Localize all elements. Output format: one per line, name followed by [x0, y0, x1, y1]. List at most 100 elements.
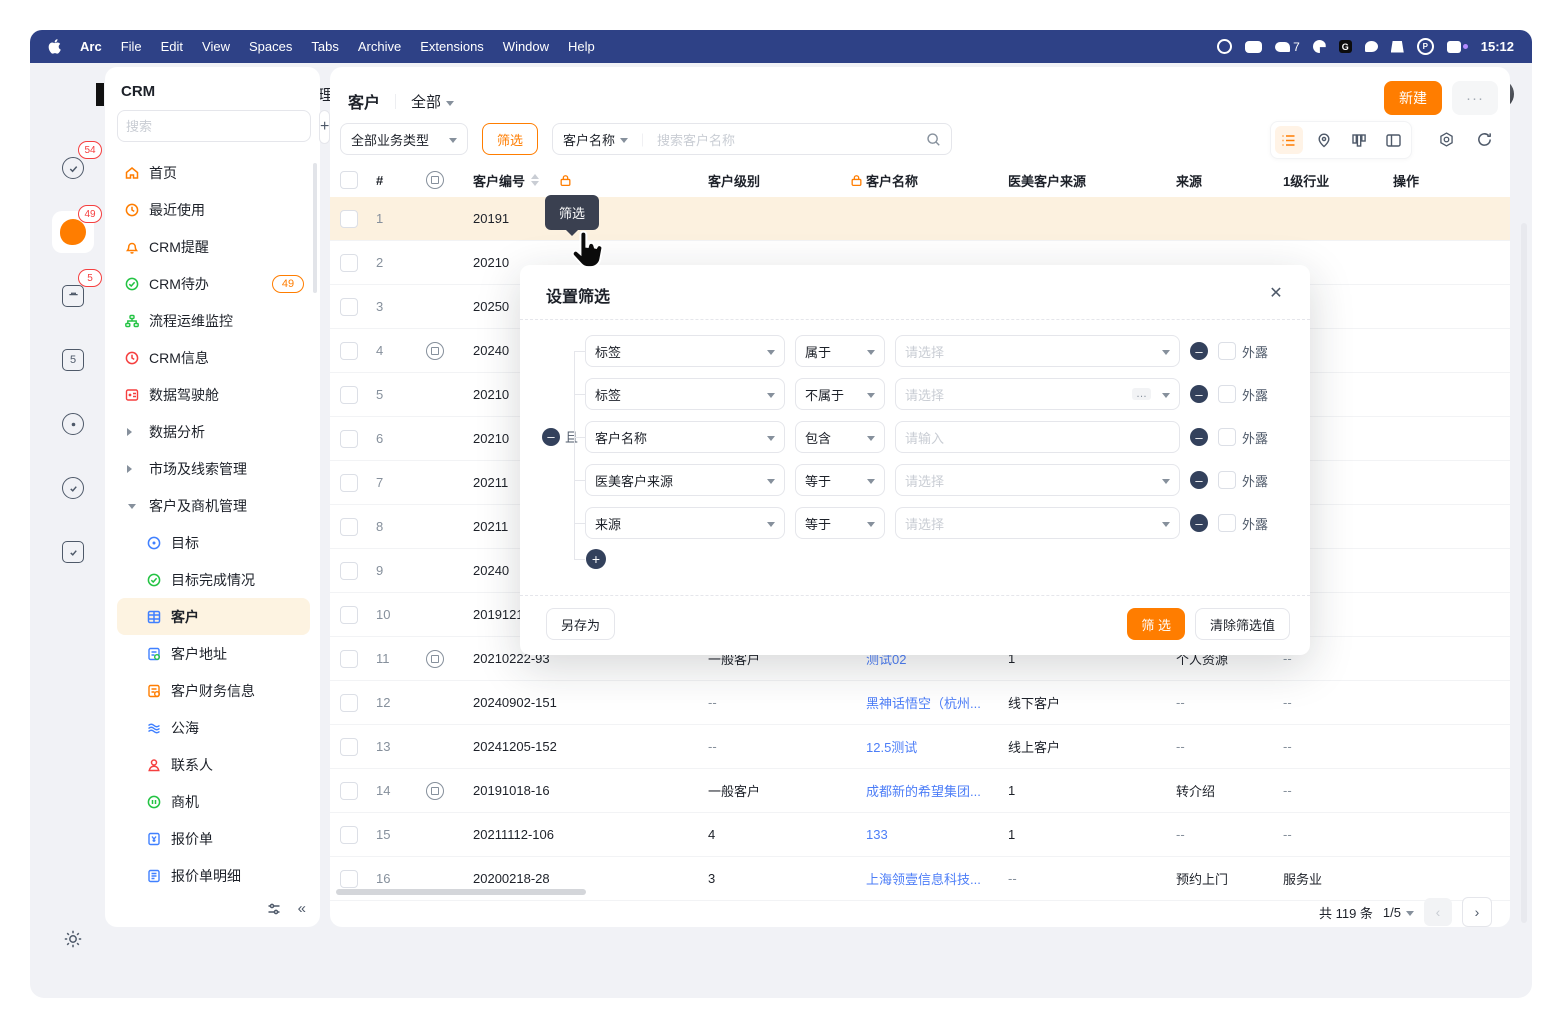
header-source[interactable]: 来源 — [1176, 163, 1276, 197]
operator-select[interactable]: 属于 — [795, 335, 885, 367]
sidebar-item-customer-address[interactable]: 客户地址 — [117, 635, 310, 672]
rail-approvals-icon[interactable]: 54 — [52, 147, 94, 189]
row-checkbox[interactable] — [340, 650, 358, 668]
operator-select[interactable]: 等于 — [795, 464, 885, 496]
operator-select[interactable]: 等于 — [795, 507, 885, 539]
row-checkbox[interactable] — [340, 518, 358, 536]
row-checkbox[interactable] — [340, 738, 358, 756]
search-field-select[interactable]: 客户名称 — [563, 130, 615, 149]
menu-help[interactable]: Help — [568, 39, 595, 54]
status-p-icon[interactable]: P — [1417, 38, 1434, 55]
menu-spaces[interactable]: Spaces — [249, 39, 292, 54]
row-checkbox[interactable] — [340, 474, 358, 492]
sidebar-settings-icon[interactable] — [266, 901, 282, 917]
status-app3-icon[interactable] — [1391, 41, 1404, 53]
row-checkbox[interactable] — [340, 430, 358, 448]
sidebar-search-input[interactable] — [117, 110, 311, 142]
view-select[interactable]: 全部 — [411, 91, 454, 112]
menu-archive[interactable]: Archive — [358, 39, 401, 54]
menu-view[interactable]: View — [202, 39, 230, 54]
rail-crm-icon[interactable]: 49 — [52, 211, 94, 253]
table-row[interactable]: 14 20191018-16 一般客户 成都新的希望集团... 1 转介绍 -- — [330, 769, 1510, 813]
sidebar-item-quotes[interactable]: 报价单 — [117, 820, 310, 857]
field-select[interactable]: 来源 — [585, 507, 785, 539]
header-action[interactable]: 操作 — [1393, 163, 1493, 197]
customer-link[interactable]: 133 — [866, 813, 1004, 856]
header-code[interactable]: 客户编号 — [473, 163, 701, 197]
sidebar-item-crm-info[interactable]: CRM信息 — [117, 339, 310, 376]
table-row[interactable]: 15 20211112-106 4 133 1 -- -- — [330, 813, 1510, 857]
customer-search-combo[interactable]: 客户名称 ｜ 搜索客户名称 — [552, 123, 952, 155]
sidebar-item-opportunities[interactable]: 商机 — [117, 783, 310, 820]
sidebar-item-home[interactable]: 首页 — [117, 154, 310, 191]
overt-checkbox[interactable] — [1218, 342, 1236, 360]
vertical-scrollbar[interactable] — [1521, 223, 1527, 923]
sidebar-item-process-monitor[interactable]: 流程运维监控 — [117, 302, 310, 339]
horizontal-scrollbar[interactable] — [336, 889, 586, 895]
rail-workbench-icon[interactable]: 5 — [52, 275, 94, 317]
settings-gear-icon[interactable] — [44, 928, 102, 950]
sidebar-item-crm-todo[interactable]: CRM待办49 — [117, 265, 310, 302]
value-select[interactable]: 请选择 — [895, 464, 1180, 496]
header-source-med[interactable]: 医美客户来源 — [1008, 163, 1168, 197]
header-level[interactable]: 客户级别 — [708, 163, 858, 197]
sidebar-group-data-analysis[interactable]: 数据分析 — [117, 413, 310, 450]
sidebar-item-public-pool[interactable]: 公海 — [117, 709, 310, 746]
table-settings-icon[interactable] — [1434, 127, 1458, 151]
row-checkbox[interactable] — [340, 298, 358, 316]
value-select[interactable]: 请选择… — [895, 378, 1180, 410]
field-select[interactable]: 客户名称 — [585, 421, 785, 453]
menu-file[interactable]: File — [121, 39, 142, 54]
row-checkbox[interactable] — [340, 386, 358, 404]
menu-arc[interactable]: Arc — [80, 39, 102, 54]
apply-filter-button[interactable]: 筛 选 — [1127, 608, 1185, 640]
row-checkbox[interactable] — [340, 562, 358, 580]
refresh-icon[interactable] — [1472, 127, 1496, 151]
status-app4-icon[interactable] — [1447, 41, 1468, 53]
row-checkbox[interactable] — [340, 210, 358, 228]
clear-filter-button[interactable]: 清除筛选值 — [1195, 608, 1290, 640]
rail-calendar-icon[interactable]: 5 — [52, 339, 94, 381]
field-select[interactable]: 标签 — [585, 378, 785, 410]
remove-condition-button[interactable]: – — [1190, 385, 1208, 403]
select-all-checkbox[interactable] — [340, 171, 358, 189]
search-icon[interactable] — [926, 132, 941, 147]
business-type-select[interactable]: 全部业务类型 — [340, 123, 468, 155]
row-checkbox[interactable] — [340, 870, 358, 888]
prev-page-button[interactable]: ‹ — [1424, 898, 1452, 926]
row-checkbox[interactable] — [340, 826, 358, 844]
sidebar-collapse-icon[interactable]: « — [298, 900, 306, 917]
customer-link[interactable]: 成都新的希望集团... — [866, 769, 1004, 812]
status-call-icon[interactable]: 7 — [1275, 40, 1300, 54]
menu-window[interactable]: Window — [503, 39, 549, 54]
operator-select[interactable]: 包含 — [795, 421, 885, 453]
header-name[interactable]: 客户名称 — [866, 163, 1004, 197]
remove-condition-button[interactable]: – — [1190, 471, 1208, 489]
rail-pin-icon[interactable] — [52, 467, 94, 509]
more-button[interactable]: ··· — [1452, 81, 1498, 115]
customer-link[interactable]: 上海领壹信息科技... — [866, 857, 1004, 900]
menu-extensions[interactable]: Extensions — [420, 39, 484, 54]
menu-tabs[interactable]: Tabs — [311, 39, 338, 54]
row-checkbox[interactable] — [340, 342, 358, 360]
list-view-icon[interactable] — [1275, 126, 1303, 154]
customer-link[interactable]: 黑神话悟空（杭州... — [866, 681, 1004, 724]
overt-checkbox[interactable] — [1218, 471, 1236, 489]
sidebar-item-target[interactable]: 目标 — [117, 524, 310, 561]
row-checkbox[interactable] — [340, 606, 358, 624]
table-row[interactable]: 12 20240902-151 -- 黑神话悟空（杭州... 线下客户 -- -… — [330, 681, 1510, 725]
sidebar-add-button[interactable]: + — [319, 110, 330, 144]
header-num[interactable]: # — [376, 163, 416, 197]
status-app1-icon[interactable] — [1313, 40, 1326, 53]
sidebar-item-recent[interactable]: 最近使用 — [117, 191, 310, 228]
remove-condition-button[interactable]: – — [1190, 428, 1208, 446]
operator-select[interactable]: 不属于 — [795, 378, 885, 410]
close-icon[interactable]: ✕ — [1264, 281, 1288, 305]
sidebar-item-customers[interactable]: 客户 — [117, 598, 310, 635]
add-condition-button[interactable]: + — [586, 549, 606, 569]
sidebar-group-customer-biz[interactable]: 客户及商机管理 — [117, 487, 310, 524]
value-input[interactable]: 请输入 — [895, 421, 1180, 453]
value-select[interactable]: 请选择 — [895, 335, 1180, 367]
sidebar-item-contacts[interactable]: 联系人 — [117, 746, 310, 783]
remove-condition-button[interactable]: – — [1190, 514, 1208, 532]
